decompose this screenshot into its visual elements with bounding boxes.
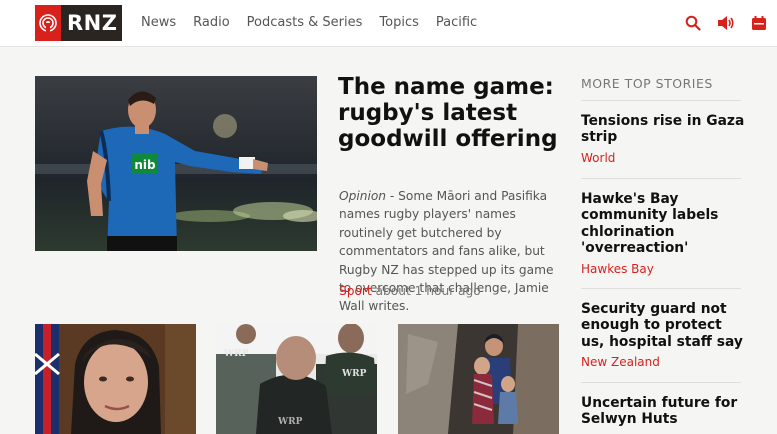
nav-podcasts-series[interactable]: Podcasts & Series <box>247 15 363 30</box>
volume-icon[interactable] <box>716 13 736 33</box>
header-actions <box>683 13 777 33</box>
nav-news[interactable]: News <box>141 15 176 30</box>
lead-story-image[interactable]: nib <box>35 76 317 251</box>
divider <box>581 100 741 101</box>
top-story-title[interactable]: Security guard not enough to protect us,… <box>581 301 746 350</box>
calendar-icon[interactable] <box>749 13 769 33</box>
vest-text: WRP <box>277 417 303 427</box>
top-story-title[interactable]: Hawke's Bay community labels chlorinatio… <box>581 191 746 257</box>
story-thumbnail-politician[interactable] <box>35 324 196 434</box>
lead-story-headline[interactable]: The name game: rugby's latest goodwill o… <box>338 74 563 152</box>
top-story-title[interactable]: Tensions rise in Gaza strip <box>581 113 746 146</box>
top-story-item[interactable]: Hawke's Bay community labels chlorinatio… <box>581 191 746 276</box>
top-story-tag[interactable]: New Zealand <box>581 355 746 369</box>
main-nav: News Radio Podcasts & Series Topics Paci… <box>141 15 494 30</box>
nav-topics[interactable]: Topics <box>379 15 418 30</box>
lead-story-tag[interactable]: Sport <box>339 284 372 298</box>
top-story-item[interactable]: Tensions rise in Gaza strip World <box>581 113 746 165</box>
vest-text: WRP <box>341 369 367 379</box>
top-story-tag[interactable]: Hawkes Bay <box>581 262 746 276</box>
nav-pacific[interactable]: Pacific <box>436 15 477 30</box>
rnz-logo-mark-icon <box>35 5 61 41</box>
site-header: RNZ News Radio Podcasts & Series Topics … <box>0 0 777 47</box>
divider <box>581 178 741 179</box>
divider <box>581 382 741 383</box>
vest-text: WRP <box>223 349 249 359</box>
top-story-item[interactable]: Security guard not enough to protect us,… <box>581 301 746 369</box>
logo-text: RNZ <box>67 11 118 35</box>
search-icon[interactable] <box>683 13 703 33</box>
jersey-sponsor-logo: nib <box>134 158 156 172</box>
lead-story-time: about 1 hour ago <box>371 284 481 298</box>
story-thumbnail-security-guards[interactable]: WRP WRP WRP <box>216 324 377 434</box>
more-top-stories-heading: MORE TOP STORIES <box>581 76 713 91</box>
lead-story-meta: Sport about 1 hour ago <box>339 284 481 298</box>
nav-radio[interactable]: Radio <box>193 15 230 30</box>
divider <box>581 288 741 289</box>
top-story-tag[interactable]: World <box>581 151 746 165</box>
rnz-logo[interactable]: RNZ <box>35 5 122 41</box>
story-thumbnail-family-in-cave[interactable] <box>398 324 559 434</box>
opinion-label: Opinion <box>339 189 387 203</box>
